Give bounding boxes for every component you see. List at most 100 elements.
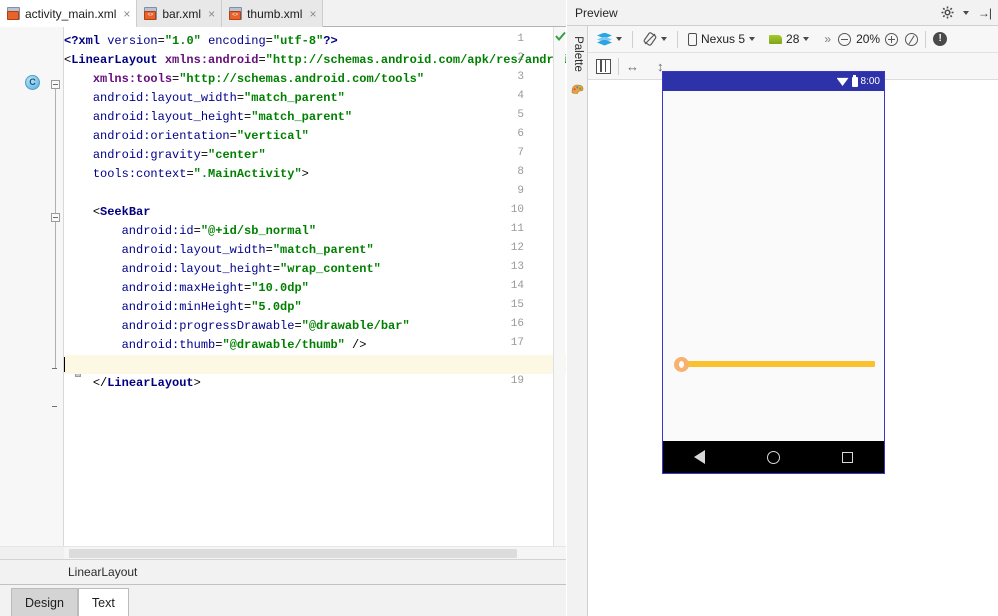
zoom-to-fit-icon[interactable] [905, 32, 919, 46]
code-line-5[interactable]: android:layout_height="match_parent" [64, 108, 352, 127]
chevron-down-icon[interactable] [661, 37, 667, 41]
code-fold-toggle-seekbar[interactable] [51, 213, 60, 222]
code-line-8[interactable]: tools:context=".MainActivity"> [64, 165, 309, 184]
code-line-3[interactable]: xmlns:tools="http://schemas.android.com/… [64, 70, 424, 89]
editor-tab-bar[interactable]: bar.xml × [137, 0, 223, 27]
code-token: "@drawable/bar" [301, 319, 410, 333]
code-token: xmlns:android [164, 53, 259, 67]
close-icon[interactable]: × [121, 8, 130, 20]
seekbar-sb-normal[interactable] [672, 355, 877, 373]
device-selector[interactable]: Nexus 5 [685, 29, 758, 50]
code-token: android:layout_width [92, 91, 237, 105]
api-level: 28 [786, 32, 800, 46]
code-line-16[interactable]: android:progressDrawable="@drawable/bar" [64, 317, 410, 336]
horizontal-resize-icon[interactable]: ↔ [626, 60, 639, 73]
chevron-down-icon[interactable] [962, 10, 969, 15]
code-line-15[interactable]: android:minHeight="5.0dp" [64, 298, 302, 317]
code-token: "@+id/sb_normal" [200, 224, 317, 238]
editor-marker-strip[interactable] [553, 27, 566, 546]
code-line-19[interactable]: </LinearLayout> [64, 374, 201, 393]
nav-back-icon[interactable] [694, 450, 705, 464]
code-line-1[interactable]: <?xml version="1.0" encoding="utf-8"?> [64, 32, 338, 51]
scrollbar-thumb[interactable] [69, 549, 517, 558]
palette-rail[interactable]: Palette [567, 26, 588, 616]
tab-design[interactable]: Design [11, 588, 78, 616]
code-line-2[interactable]: <LinearLayout xmlns:android="http://sche… [64, 51, 566, 70]
chevron-down-icon[interactable] [616, 37, 622, 41]
code-token: = [272, 262, 281, 276]
orientation-button[interactable] [640, 29, 670, 50]
chevron-down-icon[interactable] [749, 37, 756, 41]
nav-recents-icon[interactable] [842, 451, 853, 463]
code-fold-end-linearlayout[interactable] [51, 403, 60, 412]
preview-title: Preview [575, 5, 618, 20]
device-navigation-bar [663, 441, 884, 473]
code-token: </ [92, 376, 108, 390]
code-token: > [193, 376, 201, 390]
editor-horizontal-scrollbar[interactable] [64, 546, 566, 559]
code-token: "wrap_content" [280, 262, 381, 276]
code-token: "center" [208, 148, 266, 162]
nav-home-icon[interactable] [767, 450, 780, 464]
code-line-17[interactable]: android:thumb="@drawable/thumb" /> [64, 336, 367, 355]
code-token: "http://schemas.android.com/apk/res/andr… [265, 53, 566, 67]
hide-panel-icon[interactable]: →| [978, 6, 992, 20]
code-fold-end-seekbar[interactable] [51, 365, 60, 374]
blueprint-columns-icon[interactable] [596, 58, 611, 74]
palette-label[interactable]: Palette [572, 27, 584, 81]
code-line-6[interactable]: android:orientation="vertical" [64, 127, 309, 146]
drawable-xml-file-icon [229, 7, 243, 20]
code-token: "http://schemas.android.com/tools" [179, 72, 425, 86]
code-token: encoding [208, 34, 266, 48]
close-icon[interactable]: × [307, 8, 316, 20]
code-token: android:orientation [92, 129, 230, 143]
zoom-out-icon[interactable] [838, 32, 852, 46]
code-line-13[interactable]: android:layout_height="wrap_content" [64, 260, 381, 279]
close-icon[interactable]: × [206, 8, 215, 20]
class-gutter-marker[interactable]: C [25, 75, 40, 90]
no-errors-check-icon[interactable] [555, 31, 566, 42]
code-token: "utf-8" [272, 34, 324, 48]
chevron-down-icon[interactable] [803, 37, 810, 41]
breadcrumb[interactable]: LinearLayout [0, 559, 566, 585]
code-line-18[interactable] [64, 355, 566, 374]
code-line-7[interactable]: android:gravity="center" [64, 146, 266, 165]
zoom-in-icon[interactable] [885, 32, 899, 46]
editor-tab-strip: activity_main.xml × bar.xml × thumb.xml … [0, 0, 566, 27]
issue-notification-icon[interactable] [933, 32, 948, 46]
device-name: Nexus 5 [701, 32, 746, 46]
code-editor[interactable]: 12345678910111213141516171819 C <?xml ve… [0, 27, 566, 546]
code-token: /> [344, 338, 367, 352]
seekbar-thumb[interactable] [674, 357, 689, 372]
render-mode-button[interactable] [594, 29, 625, 50]
code-token: android:layout_height [92, 110, 245, 124]
code-line-11[interactable]: android:id="@+id/sb_normal" [64, 222, 316, 241]
code-token: = [258, 53, 266, 67]
code-line-10[interactable]: <SeekBar [64, 203, 151, 222]
editor-tab-activity-main[interactable]: activity_main.xml × [0, 0, 138, 27]
device-preview[interactable]: 8:00 [662, 71, 885, 474]
device-app-content [663, 91, 884, 441]
gear-icon[interactable] [941, 6, 954, 19]
code-token: android:layout_height [121, 262, 273, 276]
code-line-12[interactable]: android:layout_width="match_parent" [64, 241, 374, 260]
api-level-selector[interactable]: 28 [766, 29, 812, 50]
code-fold-toggle-linearlayout[interactable] [51, 80, 60, 89]
code-line-4[interactable]: android:layout_width="match_parent" [64, 89, 345, 108]
tab-text[interactable]: Text [77, 588, 129, 616]
code-token: = [157, 34, 165, 48]
toolbar-separator [632, 30, 633, 48]
code-text-area[interactable]: <?xml version="1.0" encoding="utf-8"?> <L… [64, 27, 566, 546]
code-line-14[interactable]: android:maxHeight="10.0dp" [64, 279, 309, 298]
toolbar-overflow-button[interactable]: » [824, 32, 831, 46]
code-token: = [200, 148, 209, 162]
code-token: android:gravity [92, 148, 201, 162]
editor-tab-thumb[interactable]: thumb.xml × [222, 0, 324, 27]
scrollbar-gutter-cap [0, 546, 64, 559]
breadcrumb-item-linearlayout[interactable]: LinearLayout [68, 565, 137, 579]
